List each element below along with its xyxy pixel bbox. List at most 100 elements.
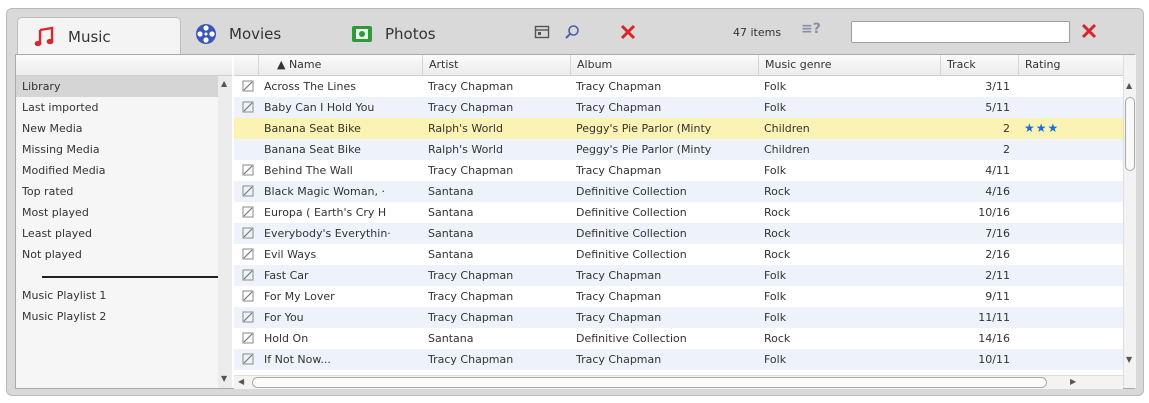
edit-tag-icon[interactable] — [234, 76, 258, 97]
table-body: Across The Lines Tracy Chapman Tracy Chapm… — [234, 76, 1123, 370]
table-horizontal-scrollbar[interactable]: ◀ ▶ — [234, 375, 1123, 389]
column-header-track[interactable]: Track — [940, 55, 1018, 75]
cell-name: Black Magic Woman, · — [264, 185, 385, 198]
cell-name: Everybody's Everythin· — [264, 227, 391, 240]
cell-name: For You — [264, 311, 304, 324]
table-vertical-scrollbar[interactable]: ▲ ▼ — [1123, 55, 1136, 388]
table-row[interactable]: Baby Can I Hold You Tracy Chapman Tracy Ch… — [234, 97, 1123, 118]
table-row[interactable]: For You Tracy Chapman Tracy Chapman Folk 11/… — [234, 307, 1123, 328]
view-options-icon[interactable]: ≡? — [801, 21, 821, 37]
cell-artist: Santana — [428, 185, 474, 198]
search-input[interactable] — [851, 21, 1070, 43]
clear-search-icon[interactable] — [1078, 20, 1100, 42]
sidebar-scrollbar[interactable]: ▲ ▼ — [218, 76, 232, 388]
column-header-genre[interactable]: Music genre — [758, 55, 940, 75]
table-row[interactable]: Banana Seat Bike Ralph's World Peggy's Pie… — [234, 139, 1123, 160]
cell-rating — [1018, 97, 1088, 118]
cell-artist: Tracy Chapman — [428, 164, 514, 177]
scroll-up-arrow-icon[interactable]: ▲ — [1126, 81, 1132, 90]
cell-rating — [1018, 223, 1088, 244]
cell-genre: Children — [764, 122, 810, 135]
cell-track: 14/16 — [978, 332, 1010, 345]
scroll-down-arrow-icon[interactable]: ▼ — [1126, 355, 1132, 364]
table-row[interactable]: For My Lover Tracy Chapman Tracy Chapman Fo… — [234, 286, 1123, 307]
table-row[interactable]: Banana Seat Bike Ralph's World Peggy's Pie… — [234, 118, 1123, 139]
sidebar-item-not-played[interactable]: Not played — [16, 244, 218, 265]
table-row[interactable]: Behind The Wall Tracy Chapman Tracy Chapma… — [234, 160, 1123, 181]
sidebar-item-library[interactable]: Library — [16, 76, 218, 97]
cell-name: If Not Now... — [264, 353, 331, 366]
cell-album: Definitive Collection — [576, 227, 687, 240]
tab-music[interactable]: Music — [17, 17, 181, 55]
sidebar-item-modified-media[interactable]: Modified Media — [16, 160, 218, 181]
table-row[interactable]: Europa ( Earth's Cry H Santana Definitive … — [234, 202, 1123, 223]
sidebar-item-top-rated[interactable]: Top rated — [16, 181, 218, 202]
edit-tag-icon[interactable] — [234, 328, 258, 349]
sidebar-item-missing-media[interactable]: Missing Media — [16, 139, 218, 160]
edit-tag-icon[interactable] — [234, 244, 258, 265]
cell-artist: Santana — [428, 248, 474, 261]
edit-tag-icon[interactable] — [234, 307, 258, 328]
cell-album: Tracy Chapman — [576, 311, 662, 324]
column-header-album[interactable]: Album — [570, 55, 758, 75]
tab-movies[interactable]: Movies — [191, 16, 325, 51]
sidebar-item-least-played[interactable]: Least played — [16, 223, 218, 244]
tab-photos[interactable]: Photos — [347, 16, 481, 51]
cell-genre: Folk — [764, 269, 787, 282]
cell-name: Banana Seat Bike — [264, 143, 361, 156]
column-header-icon[interactable] — [234, 55, 258, 75]
column-header-rating[interactable]: Rating — [1018, 55, 1098, 75]
scroll-down-arrow-icon[interactable]: ▼ — [221, 374, 227, 383]
cell-genre: Rock — [764, 227, 791, 240]
sidebar-item-music-playlist-1[interactable]: Music Playlist 1 — [16, 285, 218, 306]
table-row[interactable]: Fast Car Tracy Chapman Tracy Chapman Folk 2/… — [234, 265, 1123, 286]
edit-tag-icon[interactable] — [234, 349, 258, 370]
edit-tag-icon[interactable] — [234, 202, 258, 223]
cell-track: 4/16 — [985, 185, 1010, 198]
scroll-up-arrow-icon[interactable]: ▲ — [221, 79, 227, 88]
table-row[interactable]: Everybody's Everythin· Santana Definitive … — [234, 223, 1123, 244]
scroll-right-arrow-icon[interactable]: ▶ — [1070, 377, 1076, 386]
table-row[interactable]: If Not Now... Tracy Chapman Tracy Chapman F… — [234, 349, 1123, 370]
cell-rating — [1018, 181, 1088, 202]
cell-genre: Folk — [764, 80, 787, 93]
cell-track: 2 — [1003, 122, 1010, 135]
table-row[interactable]: Black Magic Woman, · Santana Definitive Co… — [234, 181, 1123, 202]
search-icon[interactable] — [561, 21, 583, 43]
items-count: 47 items — [733, 26, 782, 39]
edit-tag-icon[interactable] — [234, 286, 258, 307]
media-manager-window: Music Movies Photos 47 items ≡? Library … — [0, 0, 1149, 403]
column-header-artist[interactable]: Artist — [422, 55, 570, 75]
cell-rating — [1018, 76, 1088, 97]
sidebar-item-new-media[interactable]: New Media — [16, 118, 218, 139]
calendar-icon[interactable] — [531, 21, 553, 43]
table-row[interactable]: Evil Ways Santana Definitive Collection Roc… — [234, 244, 1123, 265]
cell-track: 7/16 — [985, 227, 1010, 240]
edit-tag-icon[interactable] — [234, 181, 258, 202]
table-row[interactable]: Hold On Santana Definitive Collection Rock 1… — [234, 328, 1123, 349]
cell-artist: Tracy Chapman — [428, 80, 514, 93]
table-row[interactable]: Across The Lines Tracy Chapman Tracy Chapm… — [234, 76, 1123, 97]
cell-album: Tracy Chapman — [576, 80, 662, 93]
photo-icon — [351, 23, 373, 45]
cell-artist: Tracy Chapman — [428, 311, 514, 324]
cell-genre: Rock — [764, 185, 791, 198]
cell-genre: Folk — [764, 353, 787, 366]
edit-tag-icon[interactable] — [234, 160, 258, 181]
vertical-scroll-thumb[interactable] — [1125, 97, 1135, 171]
sidebar-item-last-imported[interactable]: Last imported — [16, 97, 218, 118]
content-panel: Library Last imported New Media Missing … — [15, 54, 1136, 389]
edit-tag-icon[interactable] — [234, 223, 258, 244]
edit-tag-icon[interactable] — [234, 97, 258, 118]
horizontal-scroll-thumb[interactable] — [252, 377, 1047, 388]
column-header-name[interactable]: ▲ Name — [258, 55, 422, 75]
cell-name: Banana Seat Bike — [264, 122, 361, 135]
cell-track: 10/11 — [978, 353, 1010, 366]
sidebar-item-most-played[interactable]: Most played — [16, 202, 218, 223]
scroll-left-arrow-icon[interactable]: ◀ — [238, 377, 244, 386]
sidebar-item-music-playlist-2[interactable]: Music Playlist 2 — [16, 306, 218, 327]
cell-album: Tracy Chapman — [576, 101, 662, 114]
cell-rating — [1018, 139, 1088, 160]
edit-tag-icon[interactable] — [234, 265, 258, 286]
delete-icon[interactable] — [617, 21, 639, 43]
